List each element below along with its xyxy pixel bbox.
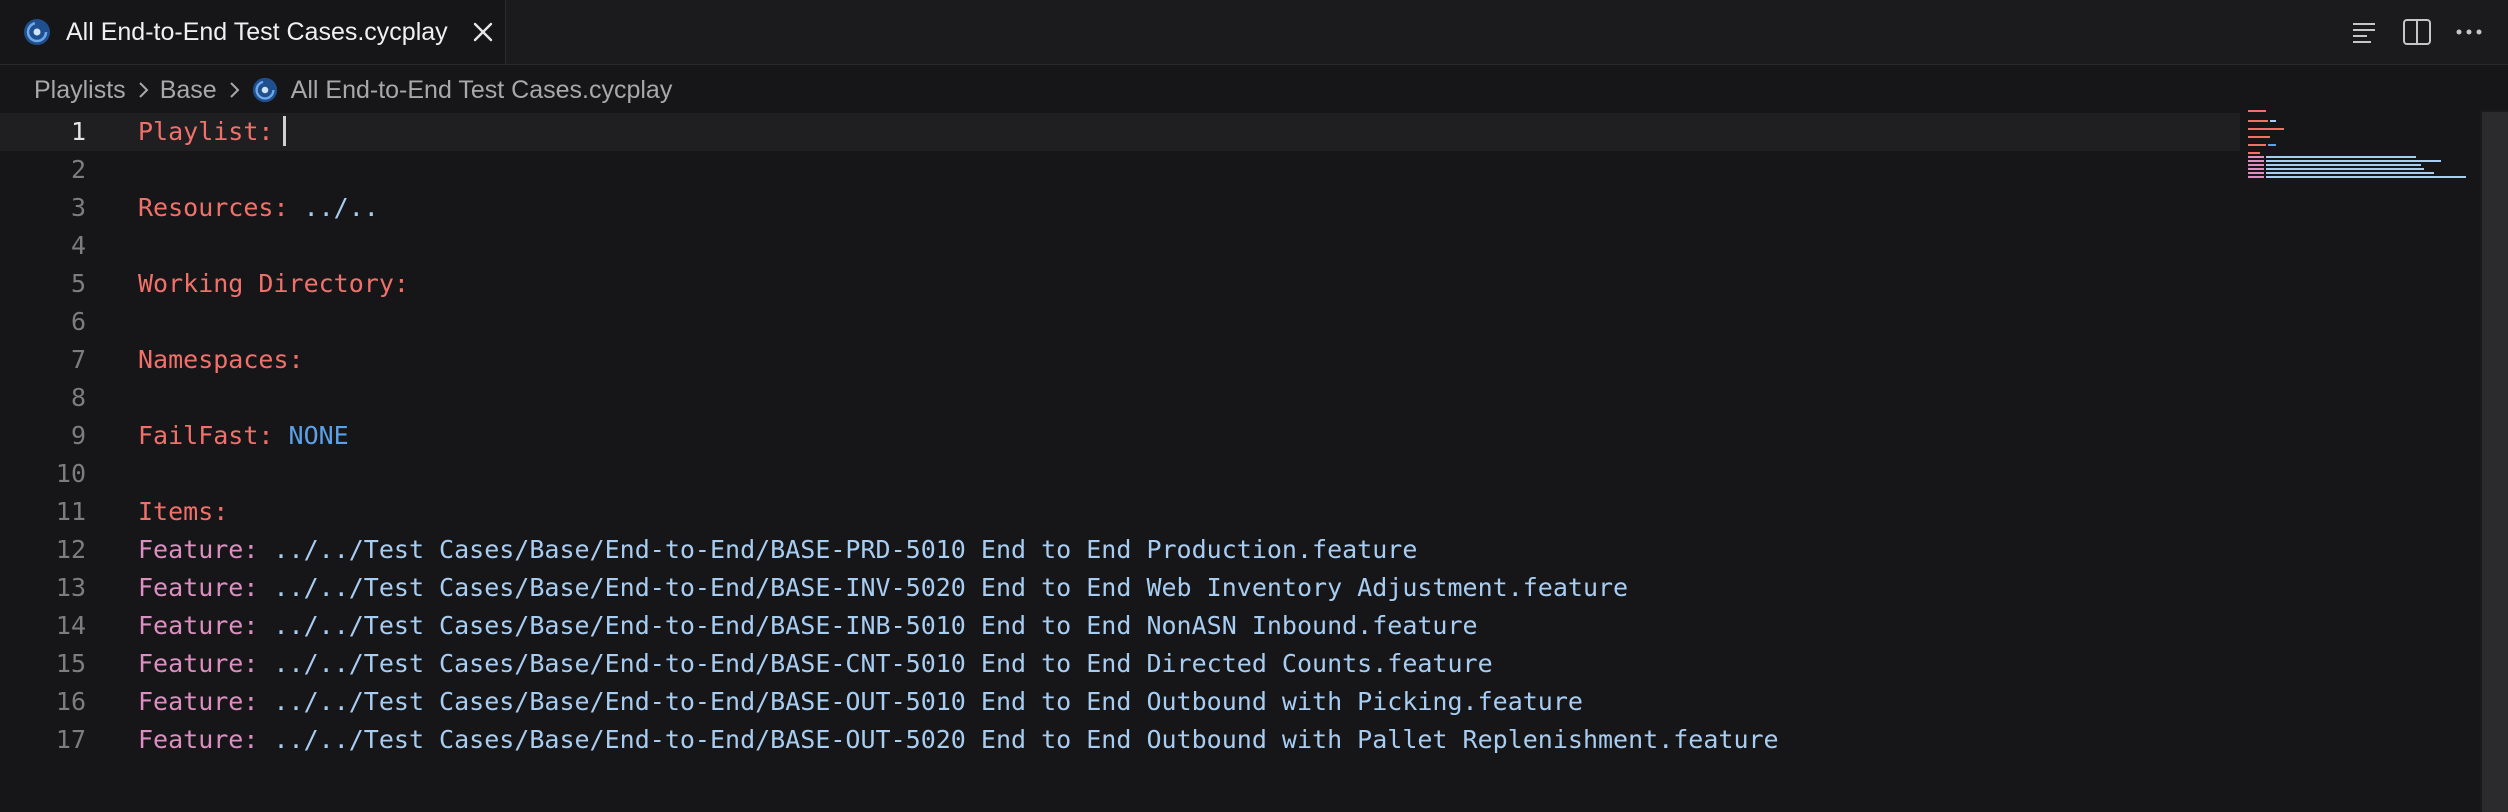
code-editor[interactable]: 1 Playlist: 2 3 Resources: ../.. 4 5 Working Di… — [0, 110, 2480, 812]
tab-label: All End-to-End Test Cases.cycplay — [66, 17, 448, 46]
code-content: FailFast: NONE — [138, 417, 349, 455]
yaml-key: Feature: — [138, 611, 259, 640]
minimap[interactable] — [2248, 110, 2470, 190]
code-line[interactable]: 13 Feature: ../../Test Cases/Base/End-to-… — [0, 569, 2240, 607]
code-line[interactable]: 6 — [0, 303, 2240, 341]
tab-bar: All End-to-End Test Cases.cycplay — [0, 0, 2508, 65]
yaml-value: ../../Test Cases/Base/End-to-End/BASE-OU… — [273, 687, 1583, 716]
cycplay-file-icon — [252, 77, 277, 103]
yaml-key: Feature: — [138, 725, 259, 754]
code-line[interactable]: 9 FailFast: NONE — [0, 417, 2240, 455]
more-actions-icon[interactable] — [2454, 17, 2484, 47]
tab-all-end-to-end-test-cases[interactable]: All End-to-End Test Cases.cycplay — [0, 0, 506, 64]
code-line[interactable]: 12 Feature: ../../Test Cases/Base/End-to-… — [0, 531, 2240, 569]
split-editor-icon[interactable] — [2402, 17, 2432, 47]
breadcrumb: Playlists Base All End-to-End Test Cases… — [34, 70, 672, 110]
line-number: 6 — [70, 307, 86, 336]
code-content: Feature: ../../Test Cases/Base/End-to-En… — [138, 721, 1779, 759]
code-content: Items: — [138, 493, 228, 531]
breadcrumb-base[interactable]: Base — [160, 76, 217, 105]
yaml-value: ../../Test Cases/Base/End-to-End/BASE-IN… — [273, 611, 1478, 640]
code-content: Feature: ../../Test Cases/Base/End-to-En… — [138, 569, 1628, 607]
line-number: 7 — [70, 345, 86, 374]
outline-icon[interactable] — [2350, 17, 2380, 47]
yaml-value: ../../Test Cases/Base/End-to-End/BASE-PR… — [273, 535, 1418, 564]
line-number: 3 — [70, 193, 86, 222]
code-line[interactable]: 4 — [0, 227, 2240, 265]
code-line[interactable]: 10 — [0, 455, 2240, 493]
yaml-key: Working Directory: — [138, 269, 409, 298]
close-icon[interactable] — [470, 19, 496, 45]
code-line[interactable]: 5 Working Directory: — [0, 265, 2240, 303]
line-number: 8 — [70, 383, 86, 412]
code-line[interactable]: 15 Feature: ../../Test Cases/Base/End-to-… — [0, 645, 2240, 683]
line-number: 10 — [55, 459, 86, 488]
yaml-key: Namespaces: — [138, 345, 304, 374]
code-line[interactable]: 7 Namespaces: — [0, 341, 2240, 379]
yaml-key: Feature: — [138, 573, 259, 602]
yaml-value: ../../Test Cases/Base/End-to-End/BASE-OU… — [273, 725, 1779, 754]
code-content: Namespaces: — [138, 341, 304, 379]
breadcrumb-file[interactable]: All End-to-End Test Cases.cycplay — [291, 76, 673, 105]
yaml-key: Feature: — [138, 649, 259, 678]
line-number: 9 — [70, 421, 86, 450]
line-number: 12 — [55, 535, 86, 564]
line-number: 4 — [70, 231, 86, 260]
yaml-key: Feature: — [138, 535, 259, 564]
line-number: 13 — [55, 573, 86, 602]
scrollbar-thumb[interactable] — [2482, 112, 2508, 812]
yaml-key: Items: — [138, 497, 229, 526]
text-cursor — [283, 116, 287, 146]
line-number: 1 — [70, 117, 86, 146]
chevron-right-icon — [138, 82, 149, 98]
code-content: Feature: ../../Test Cases/Base/End-to-En… — [138, 607, 1478, 645]
code-line[interactable]: 3 Resources: ../.. — [0, 189, 2240, 227]
yaml-value: ../.. — [303, 193, 379, 222]
code-content: Working Directory: — [138, 265, 409, 303]
breadcrumb-playlists[interactable]: Playlists — [34, 76, 126, 105]
code-line[interactable]: 11 Items: — [0, 493, 2240, 531]
code-content: Resources: ../.. — [138, 189, 379, 227]
yaml-value: ../../Test Cases/Base/End-to-End/BASE-IN… — [273, 573, 1629, 602]
yaml-key: Feature: — [138, 687, 259, 716]
cycplay-file-icon — [24, 19, 50, 45]
yaml-value: NONE — [288, 421, 349, 450]
line-number: 15 — [55, 649, 86, 678]
yaml-value: ../../Test Cases/Base/End-to-End/BASE-CN… — [273, 649, 1493, 678]
yaml-key: FailFast: — [138, 421, 274, 450]
line-number: 14 — [55, 611, 86, 640]
chevron-right-icon — [229, 82, 240, 98]
line-number: 2 — [70, 155, 86, 184]
line-number: 11 — [55, 497, 86, 526]
code-line[interactable]: 2 — [0, 151, 2240, 189]
code-line[interactable]: 17 Feature: ../../Test Cases/Base/End-to-… — [0, 721, 2240, 759]
code-line[interactable]: 1 Playlist: — [0, 113, 2240, 151]
code-line[interactable]: 8 — [0, 379, 2240, 417]
code-content: Feature: ../../Test Cases/Base/End-to-En… — [138, 531, 1417, 569]
yaml-key: Resources: — [138, 193, 289, 222]
line-number: 16 — [55, 687, 86, 716]
code-content: Feature: ../../Test Cases/Base/End-to-En… — [138, 683, 1583, 721]
yaml-key: Playlist: — [138, 117, 274, 146]
line-number: 5 — [70, 269, 86, 298]
code-line[interactable]: 14 Feature: ../../Test Cases/Base/End-to-… — [0, 607, 2240, 645]
line-number: 17 — [55, 725, 86, 754]
code-content: Playlist: — [138, 113, 287, 151]
code-line[interactable]: 16 Feature: ../../Test Cases/Base/End-to-… — [0, 683, 2240, 721]
code-content: Feature: ../../Test Cases/Base/End-to-En… — [138, 645, 1493, 683]
editor-actions — [2350, 0, 2484, 64]
